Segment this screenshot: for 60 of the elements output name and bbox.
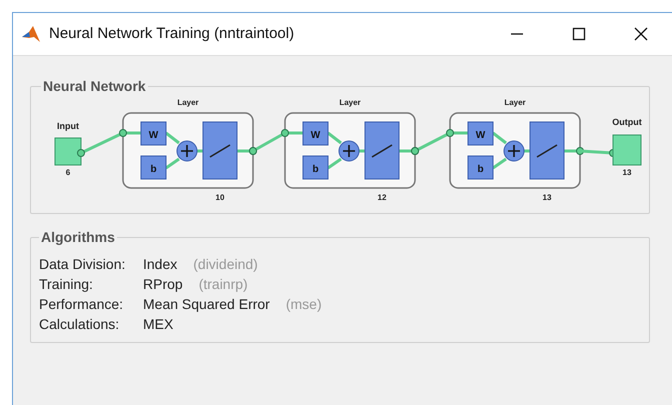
weight-block bbox=[140, 122, 166, 146]
layer-size: 12 bbox=[378, 193, 386, 202]
bias-block bbox=[302, 156, 328, 180]
connector-node bbox=[446, 129, 454, 137]
bias-label: b bbox=[312, 164, 319, 175]
field-value: Mean Squared Error bbox=[143, 295, 270, 314]
plus-icon bbox=[338, 140, 360, 162]
transfer-function-block bbox=[530, 122, 564, 180]
layer-size: 13 bbox=[542, 193, 552, 202]
field-label: Calculations: bbox=[39, 315, 120, 334]
connector-node bbox=[281, 129, 289, 137]
bias-label: b bbox=[150, 164, 157, 175]
layer-title: Layer bbox=[177, 98, 199, 107]
output-block bbox=[612, 134, 642, 166]
function-name: (mse) bbox=[286, 295, 322, 314]
window-title: Neural Network Training (nntraintool) bbox=[49, 24, 296, 44]
app-logo-icon bbox=[21, 25, 41, 43]
plus-icon bbox=[176, 140, 198, 162]
connector-node bbox=[119, 129, 127, 137]
connection-line bbox=[492, 158, 507, 170]
bias-block bbox=[468, 156, 494, 180]
linear-function-icon bbox=[536, 144, 558, 158]
weight-label: W bbox=[476, 130, 486, 141]
maximize-icon bbox=[572, 27, 586, 41]
connection-line bbox=[165, 158, 180, 170]
function-name: (divideind) bbox=[193, 255, 258, 274]
weight-label: W bbox=[148, 130, 158, 141]
field-value: MEX bbox=[143, 315, 174, 334]
linear-function-icon bbox=[372, 144, 392, 158]
panel-title: Algorithms bbox=[40, 230, 116, 244]
transfer-function-block bbox=[364, 122, 400, 180]
field-label: Performance: bbox=[39, 295, 124, 314]
connection-line bbox=[165, 132, 180, 144]
linear-function-icon bbox=[210, 144, 230, 158]
connection-line bbox=[327, 158, 342, 170]
output-label: Output bbox=[612, 117, 642, 127]
layer-size: 10 bbox=[216, 193, 224, 202]
field-value: Index bbox=[143, 255, 178, 274]
layer-title: Layer bbox=[504, 98, 526, 107]
connection-line bbox=[492, 132, 507, 144]
bias-label: b bbox=[477, 164, 484, 175]
plus-icon bbox=[504, 140, 524, 162]
field-label: Training: bbox=[39, 275, 94, 294]
panel-title: Neural Network bbox=[42, 79, 147, 93]
connection-line bbox=[327, 132, 342, 144]
layer-title: Layer bbox=[339, 98, 361, 107]
weight-block bbox=[468, 122, 494, 146]
close-icon bbox=[634, 27, 648, 41]
field-value: RProp bbox=[143, 275, 183, 294]
function-name: (trainrp) bbox=[198, 275, 248, 294]
output-size: 13 bbox=[622, 168, 632, 177]
bias-block bbox=[140, 156, 166, 180]
field-label: Data Division: bbox=[39, 255, 126, 274]
weight-block bbox=[302, 122, 328, 146]
transfer-function-block bbox=[202, 122, 238, 180]
input-size: 6 bbox=[66, 168, 70, 177]
input-block bbox=[54, 138, 82, 166]
weight-label: W bbox=[310, 130, 320, 141]
input-label: Input bbox=[57, 121, 79, 131]
connector-node bbox=[77, 149, 85, 157]
